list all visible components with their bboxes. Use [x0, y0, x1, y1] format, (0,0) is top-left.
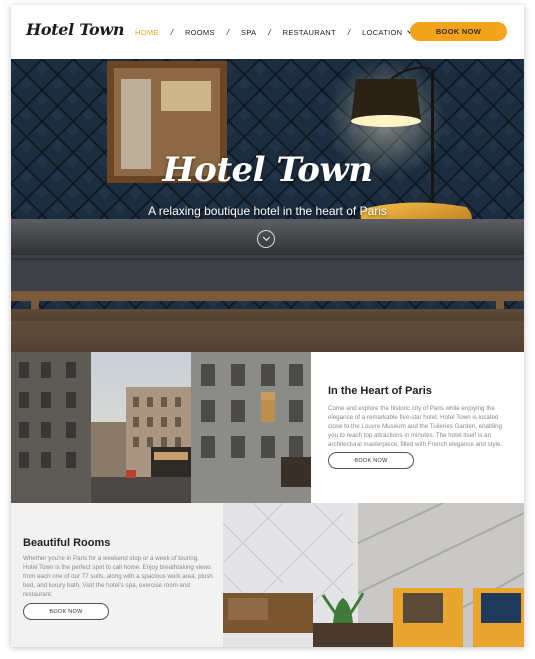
section-heading: In the Heart of Paris: [328, 385, 432, 397]
nav-item-spa[interactable]: SPA: [241, 28, 256, 37]
paris-book-now-button[interactable]: BOOK NOW: [328, 452, 414, 469]
section-rooms: Beautiful Rooms Whether you're in Paris …: [11, 503, 524, 647]
nav-separator: /: [268, 28, 271, 37]
scroll-down-button[interactable]: [257, 230, 275, 248]
logo[interactable]: Hotel Town: [26, 20, 124, 39]
nav-separator: /: [226, 28, 230, 37]
section-body: Come and explore the historic city of Pa…: [328, 405, 503, 448]
section-body: Whether you're in Paris for a weekend st…: [23, 555, 213, 598]
section-paris: In the Heart of Paris Come and explore t…: [11, 352, 524, 503]
browser-frame: Hotel Town HOME / ROOMS / SPA / RESTAURA…: [11, 5, 524, 647]
rooms-book-now-button[interactable]: BOOK NOW: [23, 603, 109, 620]
nav-separator: /: [347, 28, 351, 37]
chevron-down-icon: [262, 233, 271, 242]
section-heading: Beautiful Rooms: [23, 537, 111, 549]
top-navigation: Hotel Town HOME / ROOMS / SPA / RESTAURA…: [11, 5, 524, 59]
nav-item-rooms[interactable]: ROOMS: [185, 28, 215, 37]
main-menu: HOME / ROOMS / SPA / RESTAURANT / LOCATI…: [135, 27, 414, 37]
hero-banner: Hotel Town A relaxing boutique hotel in …: [11, 59, 524, 352]
hero-title: Hotel Town: [162, 150, 373, 190]
nav-separator: /: [170, 28, 173, 37]
room-photo: [223, 503, 524, 647]
rooms-text-panel: Beautiful Rooms Whether you're in Paris …: [11, 503, 223, 647]
hero-subtitle: A relaxing boutique hotel in the heart o…: [148, 204, 387, 218]
nav-item-restaurant[interactable]: RESTAURANT: [283, 28, 336, 37]
nav-item-home[interactable]: HOME: [135, 28, 159, 37]
paris-street-photo: [11, 352, 311, 503]
nav-item-location[interactable]: LOCATION: [362, 28, 402, 37]
paris-text-panel: In the Heart of Paris Come and explore t…: [311, 352, 524, 503]
book-now-button[interactable]: BOOK NOW: [410, 22, 507, 41]
